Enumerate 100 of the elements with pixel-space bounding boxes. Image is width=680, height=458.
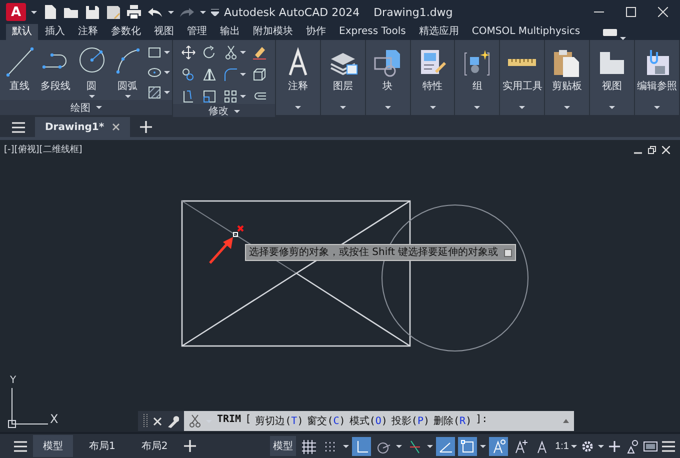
ribbon-large-button[interactable]: 实用工具: [500, 47, 544, 93]
ribbon-large-button[interactable]: 块: [366, 47, 410, 93]
caret-icon[interactable]: [598, 444, 604, 448]
caret-icon[interactable]: [164, 91, 170, 94]
ribbon-tab[interactable]: 视图: [148, 24, 180, 40]
panel-title[interactable]: 修改: [208, 104, 229, 118]
caret-icon[interactable]: [168, 10, 174, 14]
draw-tool-button[interactable]: 多段线: [38, 43, 73, 93]
ribbon-tab[interactable]: 管理: [181, 24, 213, 40]
caret-icon[interactable]: [564, 106, 570, 109]
new-layout-icon[interactable]: [184, 440, 196, 452]
ribbon-tab[interactable]: 协作: [300, 24, 332, 40]
annotation-toggle[interactable]: [489, 436, 508, 456]
grip-icon[interactable]: [143, 414, 148, 428]
layout-tab[interactable]: 模型: [33, 435, 73, 457]
redo-icon[interactable]: [179, 5, 195, 19]
model-space-button[interactable]: 模型: [270, 436, 296, 456]
printer-icon[interactable]: [126, 4, 142, 20]
move-icon[interactable]: [181, 45, 196, 60]
ribbon-large-button[interactable]: 剪贴板: [545, 47, 590, 93]
draw-tool-button[interactable]: 直线: [2, 43, 37, 93]
cube-icon[interactable]: [252, 67, 268, 82]
annotation-scale-button[interactable]: 1:1: [555, 440, 577, 452]
close-icon[interactable]: [153, 416, 162, 426]
caret-icon[interactable]: [240, 73, 246, 76]
menu-icon[interactable]: [12, 122, 25, 132]
panel-title[interactable]: 绘图: [70, 100, 91, 114]
scissors-icon[interactable]: [189, 414, 201, 428]
caret-icon[interactable]: [571, 444, 577, 448]
ribbon-large-button[interactable]: 图层: [320, 47, 365, 93]
draw-tool-button[interactable]: 圆: [74, 43, 109, 98]
ortho-toggle[interactable]: [352, 436, 372, 456]
undo-icon[interactable]: [147, 5, 163, 19]
ribbon-large-button[interactable]: 视图: [590, 47, 634, 93]
hatch-icon[interactable]: [146, 85, 162, 100]
restore-icon[interactable]: [648, 146, 656, 154]
copy-icon[interactable]: [181, 67, 196, 82]
caret-icon[interactable]: [340, 106, 346, 109]
draw-tool-button[interactable]: 圆弧: [110, 43, 145, 98]
eraser-icon[interactable]: [252, 45, 268, 60]
ribbon-tab[interactable]: 输出: [214, 24, 246, 40]
array-icon[interactable]: [223, 89, 238, 104]
app-logo[interactable]: A: [6, 3, 26, 21]
ribbon-large-button[interactable]: 编辑参照: [634, 47, 679, 93]
caret-icon[interactable]: [234, 110, 240, 112]
wrench-icon[interactable]: [167, 414, 179, 428]
tooltip-icon[interactable]: [504, 248, 512, 256]
ribbon-tab[interactable]: 注释: [72, 24, 104, 40]
caret-icon[interactable]: [343, 444, 350, 448]
caret-icon[interactable]: [164, 51, 170, 54]
ribbon-tab[interactable]: 插入: [39, 24, 71, 40]
maximize-icon[interactable]: [626, 7, 636, 17]
caret-icon[interactable]: [430, 106, 436, 109]
close-icon[interactable]: [658, 7, 668, 17]
panel-switch-icon[interactable]: [603, 29, 618, 36]
caret-icon[interactable]: [240, 95, 246, 98]
ribbon-tab[interactable]: 参数化: [105, 24, 147, 40]
caret-icon[interactable]: [96, 106, 102, 109]
caret-icon[interactable]: [654, 106, 660, 109]
caret-icon[interactable]: [396, 444, 402, 448]
ribbon-large-button[interactable]: 组: [455, 47, 500, 93]
file-tab[interactable]: Drawing1*: [35, 117, 130, 137]
caret-icon[interactable]: [88, 95, 95, 98]
caret-icon[interactable]: [240, 51, 246, 54]
ribbon-tab[interactable]: 附加模块: [247, 24, 299, 40]
caret-icon[interactable]: [384, 106, 391, 109]
gear-icon[interactable]: [580, 438, 595, 454]
caret-icon[interactable]: [427, 444, 434, 448]
ribbon-tab[interactable]: 默认: [6, 24, 38, 40]
save-as-icon[interactable]: [105, 4, 121, 20]
caret-icon[interactable]: [474, 106, 480, 109]
caret-icon[interactable]: [164, 71, 170, 74]
ribbon-tab[interactable]: 精选应用: [412, 24, 465, 40]
plus-icon[interactable]: [607, 438, 622, 454]
history-caret-icon[interactable]: [563, 419, 569, 423]
ellipse-icon[interactable]: [146, 65, 162, 80]
close-icon[interactable]: [112, 123, 120, 131]
rotate-icon[interactable]: [202, 45, 218, 60]
scissors-icon[interactable]: [223, 45, 238, 60]
caret-icon[interactable]: [124, 95, 131, 98]
customization-menu-icon[interactable]: [661, 438, 676, 454]
caret-icon[interactable]: [480, 444, 486, 448]
ribbon-large-button[interactable]: 注释: [276, 47, 320, 93]
osnap-toggle[interactable]: [458, 436, 478, 456]
scale-icon[interactable]: [202, 89, 218, 104]
menu-icon[interactable]: [14, 440, 27, 452]
angle-toggle[interactable]: [436, 436, 456, 456]
mirror-icon[interactable]: [202, 67, 218, 82]
ribbon-tab[interactable]: COMSOL Multiphysics: [466, 24, 586, 40]
new-tab-icon[interactable]: [140, 121, 152, 133]
rectangle-icon[interactable]: [146, 45, 162, 60]
close-icon[interactable]: [662, 146, 670, 154]
layout-tab[interactable]: 布局2: [131, 435, 178, 457]
save-icon[interactable]: [84, 4, 100, 20]
new-file-icon[interactable]: [42, 4, 58, 20]
fillet-icon[interactable]: [223, 67, 238, 82]
viewport-label[interactable]: [-][俯视][二维线框]: [4, 143, 82, 156]
caret-icon[interactable]: [200, 10, 206, 14]
display-icon[interactable]: [643, 438, 658, 454]
caret-icon[interactable]: [609, 106, 616, 109]
